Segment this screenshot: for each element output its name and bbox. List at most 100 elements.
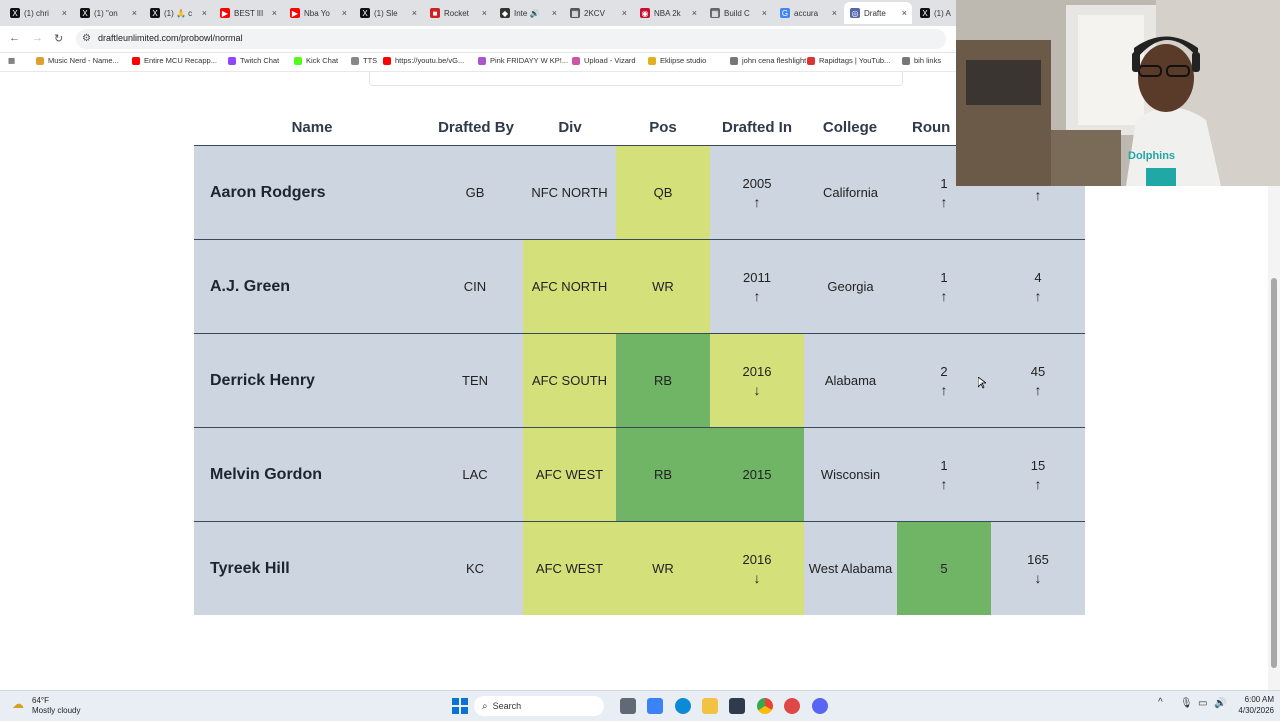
volume-icon[interactable]: 🔊 [1214, 698, 1226, 709]
college-cell: California [823, 185, 878, 200]
reload-icon[interactable]: ↻ [54, 32, 63, 45]
bookmark-label: Twitch Chat [240, 56, 280, 65]
close-tab-icon[interactable]: × [202, 8, 207, 18]
weather-desc[interactable]: Mostly cloudy [32, 706, 80, 715]
close-tab-icon[interactable]: × [832, 8, 837, 18]
bookmark-label: Upload - Vizard [584, 56, 636, 65]
chrome-icon[interactable] [757, 698, 773, 714]
bookmark-item[interactable]: Entire MCU Recapp... [132, 56, 217, 65]
bookmark-item[interactable]: TTS [351, 56, 377, 65]
youtube-icon: ▶ [290, 8, 300, 18]
close-tab-icon[interactable]: × [762, 8, 767, 18]
bookmark-item[interactable]: Eklipse studio [648, 56, 706, 65]
webcam-feed [956, 0, 1280, 186]
browser-tab[interactable]: ◆ Inte 🔊 × [494, 2, 562, 24]
close-tab-icon[interactable]: × [342, 8, 347, 18]
edge-icon[interactable] [675, 698, 691, 714]
browser-tab[interactable]: ◎ Drafte × [844, 2, 912, 24]
bookmark-item[interactable]: Upload - Vizard [572, 56, 636, 65]
close-tab-icon[interactable]: × [692, 8, 697, 18]
header-drafted-by: Drafted By [438, 119, 514, 136]
header-div: Div [558, 119, 582, 136]
bookmark-icon [902, 56, 910, 65]
weather-temp[interactable]: 64°F [32, 696, 49, 705]
up-arrow-icon: ↑ [1034, 288, 1042, 304]
drafted-in-cell: 2015 [710, 428, 804, 521]
up-arrow-icon: ↑ [940, 382, 948, 398]
drafted-in-cell: 2005 ↑ [710, 146, 804, 239]
round-value: 2 [940, 364, 948, 379]
browser-tab[interactable]: ◉ NBA 2k × [634, 2, 702, 24]
taskbar-search[interactable]: ⌕ Search [474, 696, 604, 716]
tab-label: (1) 🙏 c [164, 8, 193, 18]
bookmark-icon [648, 56, 656, 65]
file-explorer-icon[interactable] [702, 698, 718, 714]
round-cell: 2 ↑ [897, 334, 991, 427]
close-tab-icon[interactable]: × [412, 8, 417, 18]
back-icon[interactable]: ← [9, 32, 20, 44]
browser-tab[interactable]: ▦ 2KCV × [564, 2, 632, 24]
bookmark-item[interactable]: Rapidtags | YouTub... [807, 56, 890, 65]
bookmark-item[interactable]: Music Nerd - Name... [36, 56, 119, 65]
up-arrow-icon: ↑ [753, 194, 761, 210]
site-icon: ◎ [850, 8, 860, 18]
browser-tab[interactable]: ▶ BEST lII × [214, 2, 282, 24]
bookmark-icon [351, 56, 359, 65]
bookmark-label: Rapidtags | YouTub... [819, 56, 891, 65]
pick-value: 45 [1030, 364, 1046, 379]
taskbar-search-label: Search [492, 701, 522, 711]
year-value: 2016 [742, 552, 772, 567]
bookmark-icon [730, 56, 738, 65]
clock-time[interactable]: 6:00 AM [1230, 695, 1274, 704]
bookmark-item[interactable]: john cena fleshlight [730, 56, 806, 65]
bookmark-icon [132, 56, 140, 65]
scrollbar-thumb[interactable] [1271, 278, 1277, 668]
browser-tab[interactable]: ■ Rocket × [424, 2, 492, 24]
close-tab-icon[interactable]: × [272, 8, 277, 18]
site-info-icon[interactable]: ⚙ [82, 33, 91, 44]
bookmark-item[interactable]: Kick Chat [294, 56, 338, 65]
task-view-icon[interactable] [620, 698, 636, 714]
network-icon[interactable]: ▭ [1198, 698, 1207, 709]
bookmark-item[interactable]: bih links [902, 56, 941, 65]
close-tab-icon[interactable]: × [902, 8, 907, 18]
year-value: 2016 [742, 364, 772, 379]
close-tab-icon[interactable]: × [132, 8, 137, 18]
discord-icon[interactable] [812, 698, 828, 714]
browser-tab[interactable]: ▦ Build C × [704, 2, 772, 24]
microphone-icon[interactable]: 🎙 [1180, 698, 1193, 709]
tab-label: Build C [724, 8, 750, 18]
bookmark-item[interactable]: https://youtu.be/vG... [383, 56, 464, 65]
browser-tab[interactable]: X (1) 🙏 c × [144, 2, 212, 24]
browser-tab[interactable]: X (1) Sle × [354, 2, 422, 24]
bookmark-item[interactable]: Twitch Chat [228, 56, 279, 65]
close-tab-icon[interactable]: × [482, 8, 487, 18]
chevron-up-icon[interactable]: ^ [1158, 697, 1163, 708]
bookmark-icon [572, 56, 580, 65]
pos-cell: RB [616, 334, 710, 427]
close-tab-icon[interactable]: × [552, 8, 557, 18]
store-icon[interactable] [729, 698, 745, 714]
close-tab-icon[interactable]: × [62, 8, 67, 18]
url-text: draftleunlimited.com/probowl/normal [98, 33, 243, 43]
address-bar[interactable]: ⚙ draftleunlimited.com/probowl/normal [76, 29, 946, 49]
app-icon[interactable] [784, 698, 800, 714]
browser-tab[interactable]: X (1) chri × [4, 2, 72, 24]
site-icon: ◆ [500, 8, 510, 18]
browser-tab[interactable]: ▶ Nba Yo × [284, 2, 352, 24]
round-cell: 5 [897, 522, 991, 615]
close-tab-icon[interactable]: × [622, 8, 627, 18]
tab-label: NBA 2k [654, 8, 681, 18]
x-logo-icon: X [150, 8, 160, 18]
weather-icon[interactable]: ☁ [12, 697, 24, 711]
clock-date[interactable]: 4/30/2026 [1230, 706, 1274, 715]
copilot-icon[interactable] [647, 698, 663, 714]
drafted-by-cell: LAC [462, 467, 488, 482]
start-icon[interactable] [452, 698, 468, 714]
apps-grid-icon[interactable]: ▦ [8, 56, 15, 65]
forward-icon[interactable]: → [32, 32, 43, 44]
windows-taskbar: ☁ 64°F Mostly cloudy ⌕ Search ^ 🎙 ▭ 🔊 6:… [0, 690, 1280, 721]
browser-tab[interactable]: X (1) "on × [74, 2, 142, 24]
bookmark-item[interactable]: Pink FRIDAYY W KP!... [478, 56, 568, 65]
browser-tab[interactable]: Gaccura × [774, 2, 842, 24]
